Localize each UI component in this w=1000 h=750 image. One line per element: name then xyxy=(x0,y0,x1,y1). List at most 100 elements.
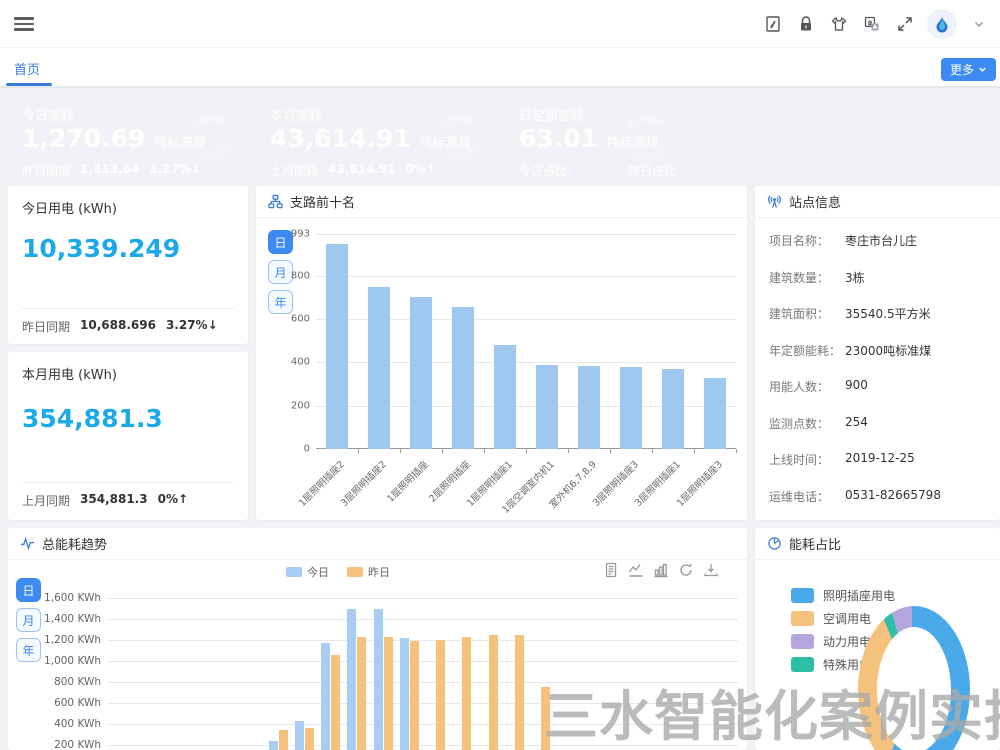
card-daily-quota-energy: 日定额能耗 63.01 吨标准煤 今日占比: 2,016.54% 昨日占比: 2… xyxy=(505,96,747,178)
y-axis-tick: 200 KWh xyxy=(54,739,101,750)
x-axis-tick xyxy=(400,449,401,453)
legend-label: 照明插座用电 xyxy=(823,587,895,604)
site-info-row: 用能人数：900 xyxy=(769,378,829,395)
line-chart-icon[interactable] xyxy=(628,562,644,578)
gridline xyxy=(108,703,738,704)
lock-icon[interactable] xyxy=(795,13,817,35)
chevron-down-icon[interactable] xyxy=(968,13,990,35)
bar-chart-icon[interactable] xyxy=(653,562,669,578)
y-axis-tick: 1,200 KWh xyxy=(44,634,101,646)
legend-swatch xyxy=(791,657,814,672)
data-view-icon[interactable] xyxy=(603,562,619,578)
panel-title: 今日用电 (kWh) xyxy=(22,198,117,217)
trend-period-button-月[interactable]: 月 xyxy=(16,608,41,632)
month-power-value: 354,881.3 xyxy=(22,404,163,433)
panel-title: 支路前十名 xyxy=(290,192,355,211)
site-info-value: 枣庄市台儿庄 xyxy=(845,232,917,249)
chevron-down-icon xyxy=(978,65,987,74)
recycle-icon xyxy=(180,110,240,166)
y-axis-tick: 0 xyxy=(304,444,310,455)
site-info-label: 运维电话： xyxy=(769,490,829,504)
x-axis-tick xyxy=(610,449,611,453)
bar xyxy=(368,287,390,449)
recycle-icon xyxy=(429,110,489,166)
gridline xyxy=(108,661,738,662)
y-axis-tick: 1,400 KWh xyxy=(44,613,101,625)
trend-chart: 200 KWh400 KWh600 KWh800 KWh1,000 KWh1,2… xyxy=(108,598,738,750)
menu-toggle-icon[interactable] xyxy=(14,17,34,31)
restore-icon[interactable] xyxy=(678,562,694,578)
site-info-value: 900 xyxy=(845,378,868,392)
bar xyxy=(578,366,600,449)
legend-label: 空调用电 xyxy=(823,610,871,627)
branch-top10-panel: 支路前十名 日月年 02004006008009931层照明插座23层照明插座2… xyxy=(256,186,747,520)
y-axis-tick: 600 xyxy=(291,314,310,325)
panel-title: 能耗占比 xyxy=(789,534,841,553)
bar-昨日 xyxy=(279,730,288,750)
download-icon[interactable] xyxy=(703,562,719,578)
branch-period-buttons: 日月年 xyxy=(268,230,293,320)
fullscreen-icon[interactable] xyxy=(894,13,916,35)
card-month-energy: 本月能耗 43,614.91 吨标准煤 上月能耗43,614.910%↑ xyxy=(256,96,497,178)
site-info-label: 上线时间： xyxy=(769,453,829,467)
bar-今日 xyxy=(400,638,409,750)
translate-icon[interactable] xyxy=(861,13,883,35)
x-axis-tick xyxy=(652,449,653,453)
legend-item[interactable]: 照明插座用电 xyxy=(791,584,895,607)
branch-period-button-年[interactable]: 年 xyxy=(268,290,293,314)
more-button[interactable]: 更多 xyxy=(941,58,996,81)
site-info-value: 254 xyxy=(845,415,868,429)
y-axis-tick: 993 xyxy=(291,229,310,240)
recycle-icon xyxy=(617,110,677,166)
site-info-value: 3栋 xyxy=(845,269,865,286)
site-info-row: 建筑面积：35540.5平方米 xyxy=(769,305,829,322)
branch-period-button-日[interactable]: 日 xyxy=(268,230,293,254)
gridline xyxy=(108,724,738,725)
panel-title: 总能耗趋势 xyxy=(42,534,107,553)
bar xyxy=(620,367,642,449)
tab-active-underline xyxy=(6,83,52,86)
bar-昨日 xyxy=(305,728,314,750)
theme-icon[interactable] xyxy=(828,13,850,35)
gridline xyxy=(316,234,736,235)
x-axis-tick xyxy=(694,449,695,453)
gridline xyxy=(108,745,738,746)
y-axis-tick: 1,000 KWh xyxy=(44,655,101,667)
tab-bar: 首页 更多 xyxy=(0,48,1000,88)
top-bar xyxy=(0,0,1000,48)
y-axis-tick: 400 xyxy=(291,357,310,368)
energy-ratio-panel: 能耗占比 照明插座用电空调用电动力用电特殊用电 xyxy=(755,528,1000,750)
legend-item-昨日[interactable]: 昨日 xyxy=(347,564,390,580)
bar-今日 xyxy=(321,643,330,750)
bar-昨日 xyxy=(489,635,498,750)
bar xyxy=(704,378,726,449)
x-axis-tick xyxy=(358,449,359,453)
x-axis-tick xyxy=(526,449,527,453)
gridline xyxy=(108,598,738,599)
pulse-icon xyxy=(20,536,35,551)
bar-今日 xyxy=(347,609,356,750)
edit-document-icon[interactable] xyxy=(762,13,784,35)
pie-chart-icon xyxy=(767,536,782,551)
legend-swatch xyxy=(791,611,814,626)
logo-water-drop[interactable] xyxy=(927,9,957,39)
bar-昨日 xyxy=(357,637,366,750)
card-today-energy: 今日能耗 1,270.69 吨标准煤 昨日同期1,313.643.27%↓ xyxy=(8,96,248,178)
site-info-panel: 站点信息 项目名称：枣庄市台儿庄建筑数量：3栋建筑面积：35540.5平方米年定… xyxy=(755,186,1000,520)
bar xyxy=(494,345,516,449)
site-info-value: 23000吨标准煤 xyxy=(845,342,931,359)
donut-chart xyxy=(858,606,970,750)
site-info-row: 上线时间：2019-12-25 xyxy=(769,451,829,468)
bar-昨日 xyxy=(541,687,550,750)
legend-label: 动力用电 xyxy=(823,633,871,650)
branch-period-button-月[interactable]: 月 xyxy=(268,260,293,284)
legend-swatch xyxy=(791,634,814,649)
bar-昨日 xyxy=(515,635,524,750)
trend-period-button-日[interactable]: 日 xyxy=(16,578,41,602)
site-info-value: 0531-82665798 xyxy=(845,488,941,502)
legend-item-今日[interactable]: 今日 xyxy=(286,564,329,580)
tab-home[interactable]: 首页 xyxy=(14,59,40,78)
gridline xyxy=(108,640,738,641)
trend-period-button-年[interactable]: 年 xyxy=(16,638,41,662)
gridline xyxy=(316,276,736,277)
